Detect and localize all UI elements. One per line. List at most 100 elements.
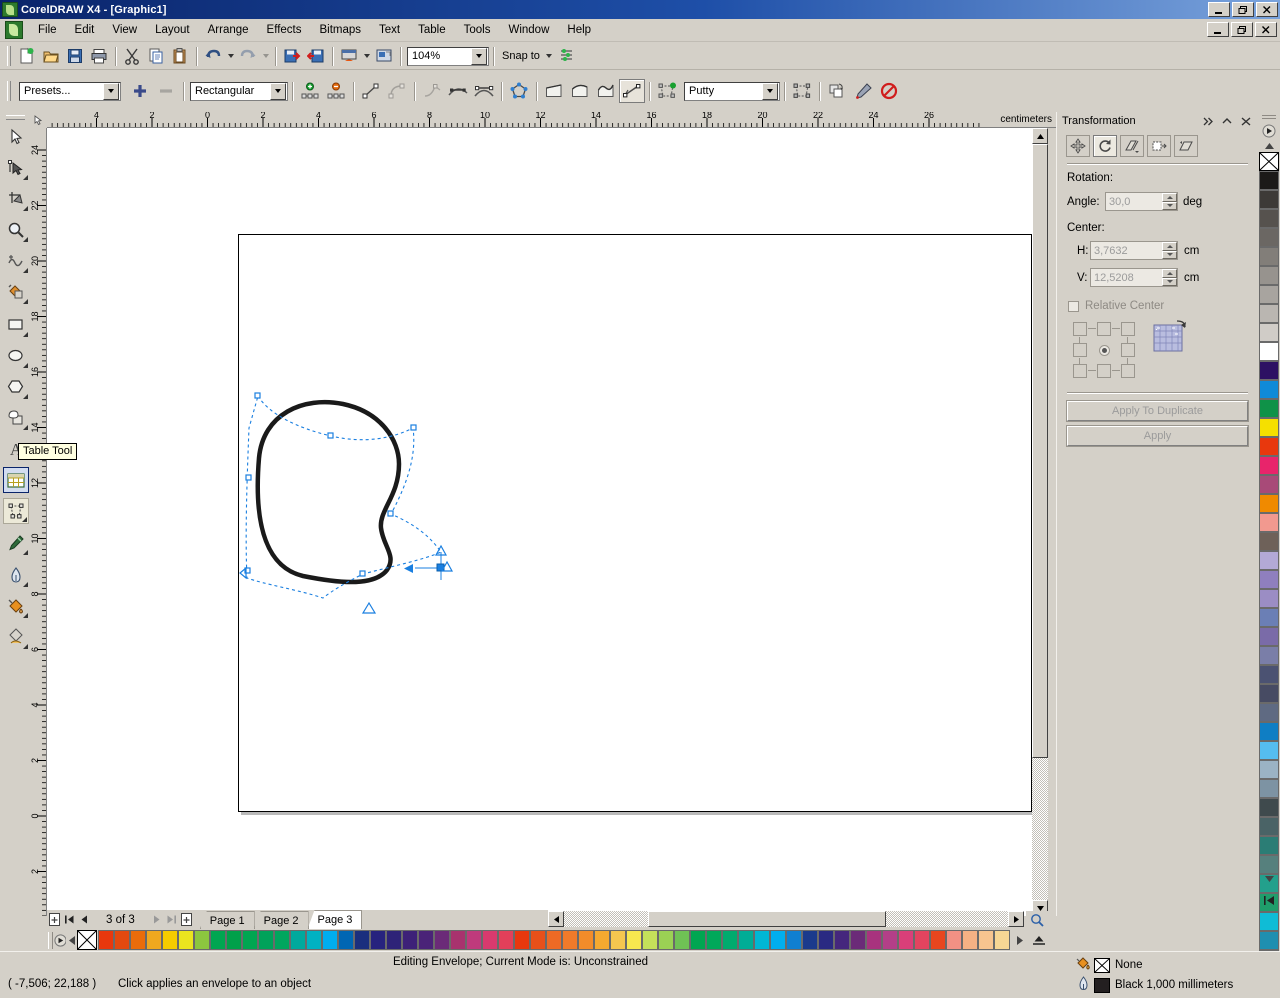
color-swatch[interactable] <box>866 930 882 950</box>
options-button[interactable] <box>555 45 579 68</box>
scroll-right-button[interactable] <box>1008 911 1024 927</box>
scale-mirror-mode-button[interactable] <box>1120 135 1144 157</box>
eyedropper-tool-flyout-arrow[interactable] <box>22 550 28 555</box>
basic-shapes-tool-flyout-arrow[interactable] <box>22 425 28 430</box>
color-swatch[interactable] <box>1259 912 1279 931</box>
color-swatch[interactable] <box>978 930 994 950</box>
color-swatch[interactable] <box>1259 741 1279 760</box>
color-swatch[interactable] <box>1259 247 1279 266</box>
anchor-middle-left[interactable] <box>1073 343 1087 357</box>
menu-bitmaps[interactable]: Bitmaps <box>310 21 370 39</box>
color-swatch[interactable] <box>226 930 242 950</box>
fill-tool[interactable] <box>3 593 29 619</box>
vertical-scrollbar[interactable] <box>1032 128 1048 916</box>
node-handle-arrow[interactable] <box>361 601 377 614</box>
launcher-dropdown-arrow[interactable] <box>361 45 372 67</box>
bottom-palette-expand-button[interactable] <box>1029 929 1049 951</box>
color-swatch[interactable] <box>178 930 194 950</box>
add-new-envelope-button[interactable] <box>654 79 680 103</box>
color-swatch[interactable] <box>1259 836 1279 855</box>
anchor-bottom-center[interactable] <box>1097 364 1111 378</box>
page-tab-2[interactable]: Page 2 <box>253 911 309 929</box>
corel-online-button[interactable] <box>372 45 396 68</box>
anchor-grid[interactable] <box>1073 322 1135 378</box>
envelope-shape-combo[interactable]: Rectangular <box>190 81 288 101</box>
page-tab-3[interactable]: Page 3 <box>307 910 363 929</box>
color-swatch[interactable] <box>306 930 322 950</box>
horizontal-ruler[interactable]: centimeters 64202468101214161820222426 <box>31 112 1056 128</box>
document-restore-button[interactable] <box>1231 22 1253 37</box>
color-swatch[interactable] <box>450 930 466 950</box>
rectangle-tool[interactable] <box>3 312 29 338</box>
color-swatch[interactable] <box>402 930 418 950</box>
color-swatch[interactable] <box>1259 532 1279 551</box>
new-document-button[interactable] <box>15 45 39 68</box>
color-swatch[interactable] <box>786 930 802 950</box>
color-swatch[interactable] <box>834 930 850 950</box>
color-swatch[interactable] <box>1259 684 1279 703</box>
scroll-up-button[interactable] <box>1032 128 1048 144</box>
horizontal-scroll-thumb[interactable] <box>648 911 886 927</box>
color-swatch[interactable] <box>898 930 914 950</box>
add-node-button[interactable] <box>297 79 323 103</box>
color-swatch[interactable] <box>962 930 978 950</box>
snap-to-label[interactable]: Snap to <box>498 50 544 62</box>
color-swatch[interactable] <box>1259 475 1279 494</box>
horizontal-scrollbar[interactable] <box>548 911 1024 927</box>
palette-scroll-down-button[interactable] <box>1258 872 1280 886</box>
envelope-node[interactable] <box>387 510 394 517</box>
document-close-button[interactable] <box>1255 22 1277 37</box>
rotate-mode-button[interactable] <box>1093 135 1117 157</box>
color-swatch[interactable] <box>274 930 290 950</box>
undo-button[interactable] <box>201 45 225 68</box>
color-palette-bottom[interactable] <box>98 930 1012 950</box>
drawing-canvas[interactable] <box>47 128 1040 916</box>
color-swatch[interactable] <box>354 930 370 950</box>
menu-file[interactable]: File <box>29 21 66 39</box>
snap-to-dropdown-arrow[interactable] <box>544 45 555 67</box>
rectangle-tool-flyout-arrow[interactable] <box>22 332 28 337</box>
keep-lines-button[interactable] <box>789 79 815 103</box>
color-swatch[interactable] <box>546 930 562 950</box>
color-swatch[interactable] <box>642 930 658 950</box>
color-swatch[interactable] <box>514 930 530 950</box>
menu-layout[interactable]: Layout <box>146 21 199 39</box>
skew-mode-button[interactable] <box>1174 135 1198 157</box>
paste-button[interactable] <box>168 45 192 68</box>
outline-tool[interactable] <box>3 562 29 588</box>
page-tab-1[interactable]: Page 1 <box>199 911 255 929</box>
zoom-tool-flyout-arrow[interactable] <box>22 237 28 242</box>
docker-title-bar[interactable]: Transformation <box>1057 112 1258 130</box>
first-page-button[interactable] <box>62 912 77 927</box>
document-minimize-button[interactable] <box>1207 22 1229 37</box>
color-swatch[interactable] <box>1259 703 1279 722</box>
restore-button[interactable] <box>1232 2 1254 17</box>
color-swatch[interactable] <box>466 930 482 950</box>
enveloped-blob-shape[interactable] <box>255 399 402 585</box>
color-swatch[interactable] <box>770 930 786 950</box>
color-swatch[interactable] <box>210 930 226 950</box>
color-swatch[interactable] <box>1259 437 1279 456</box>
import-button[interactable] <box>280 45 304 68</box>
artwork-layer[interactable] <box>47 128 1040 916</box>
color-swatch[interactable] <box>610 930 626 950</box>
bottom-no-color-swatch[interactable] <box>77 930 97 950</box>
copy-button[interactable] <box>144 45 168 68</box>
print-document-button[interactable] <box>87 45 111 68</box>
make-node-smooth-button[interactable] <box>445 79 471 103</box>
color-swatch[interactable] <box>690 930 706 950</box>
color-swatch[interactable] <box>1259 361 1279 380</box>
envelope-node[interactable] <box>359 570 366 577</box>
color-swatch[interactable] <box>418 930 434 950</box>
color-swatch[interactable] <box>1259 817 1279 836</box>
color-swatch[interactable] <box>1259 646 1279 665</box>
color-swatch[interactable] <box>1259 551 1279 570</box>
shape-tool[interactable] <box>3 155 29 181</box>
cut-button[interactable] <box>120 45 144 68</box>
color-swatch[interactable] <box>594 930 610 950</box>
redo-button[interactable] <box>236 45 260 68</box>
convert-to-curve-button[interactable] <box>384 79 410 103</box>
basic-shapes-tool[interactable] <box>3 405 29 431</box>
add-page-before-button[interactable] <box>47 912 62 927</box>
anchor-bottom-left[interactable] <box>1073 364 1087 378</box>
